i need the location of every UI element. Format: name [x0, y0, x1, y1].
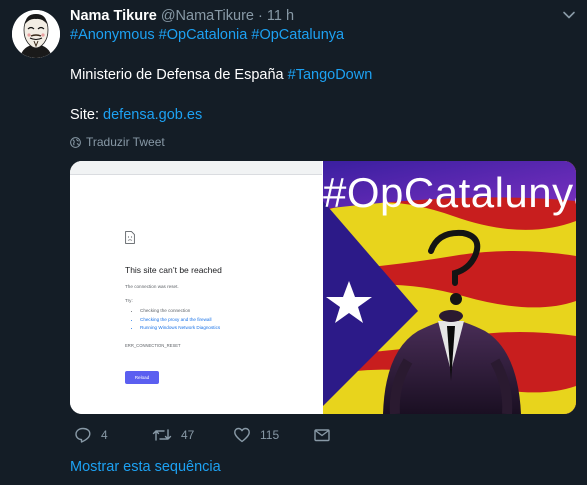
site-link[interactable]: defensa.gob.es: [103, 107, 202, 123]
suggestion-item: Running Windows Network Diagnostics: [140, 324, 220, 333]
heart-icon: [234, 427, 250, 443]
retweet-icon: [152, 429, 172, 441]
media-image-opcatalunya[interactable]: #OpCatalunya: [323, 161, 576, 414]
suggestion-item: Checking the proxy and the firewall: [140, 316, 220, 325]
site-label: Site:: [70, 107, 100, 123]
error-try-label: Try:: [125, 298, 133, 303]
globe-icon: [70, 136, 81, 148]
suggestion-item: Checking the connection: [140, 307, 220, 316]
timestamp[interactable]: 11 h: [267, 8, 294, 24]
tweet-header: Nama Tikure @NamaTikure · 11 h: [70, 7, 294, 25]
separator: ·: [258, 8, 263, 24]
translate-tweet[interactable]: Traduzir Tweet: [70, 135, 165, 149]
chevron-down-icon[interactable]: [560, 6, 578, 24]
envelope-icon: [314, 429, 330, 442]
reply-action[interactable]: 4: [74, 426, 108, 444]
sad-page-icon: [125, 231, 135, 244]
like-action[interactable]: 115: [233, 426, 279, 444]
reload-button: Reload: [125, 371, 159, 384]
direct-message-action[interactable]: [313, 426, 331, 444]
media-grid[interactable]: This site can’t be reached The connectio…: [70, 161, 576, 414]
avatar[interactable]: [12, 10, 60, 58]
op-title-text: #OpCatalunya: [323, 169, 576, 216]
hashtag-opcatalunya[interactable]: #OpCatalunya: [251, 27, 344, 43]
hashtag-opcatalonia[interactable]: #OpCatalonia: [159, 27, 248, 43]
hashtag-tangodown[interactable]: #TangoDown: [288, 67, 373, 83]
media-image-error-page[interactable]: This site can’t be reached The connectio…: [70, 161, 322, 414]
reply-icon: [75, 427, 91, 443]
author-name[interactable]: Nama Tikure: [70, 8, 157, 24]
tweet[interactable]: Nama Tikure @NamaTikure · 11 h #Anonymou…: [0, 0, 587, 485]
retweet-count: 47: [181, 428, 195, 442]
tweet-text: Ministerio de Defensa de España: [70, 67, 284, 83]
tweet-text-line: Ministerio de Defensa de España #TangoDo…: [70, 66, 372, 84]
tweet-actions: 4 47 115: [70, 426, 370, 446]
translate-label: Traduzir Tweet: [86, 135, 165, 149]
error-suggestions: Checking the connection Checking the pro…: [132, 307, 220, 333]
error-subtitle: The connection was reset.: [125, 284, 179, 289]
retweet-action[interactable]: 47: [152, 426, 194, 444]
error-title: This site can’t be reached: [125, 265, 222, 275]
reply-count: 4: [101, 428, 108, 442]
author-handle[interactable]: @NamaTikure: [161, 8, 254, 24]
like-count: 115: [260, 428, 280, 442]
show-thread-link[interactable]: Mostrar esta sequência: [70, 459, 221, 475]
browser-chrome: [70, 161, 322, 175]
error-code: ERR_CONNECTION_RESET: [125, 343, 181, 348]
hashtag-line: #Anonymous #OpCatalonia #OpCatalunya: [70, 26, 344, 44]
hashtag-anonymous[interactable]: #Anonymous: [70, 27, 155, 43]
site-line: Site: defensa.gob.es: [70, 106, 202, 124]
